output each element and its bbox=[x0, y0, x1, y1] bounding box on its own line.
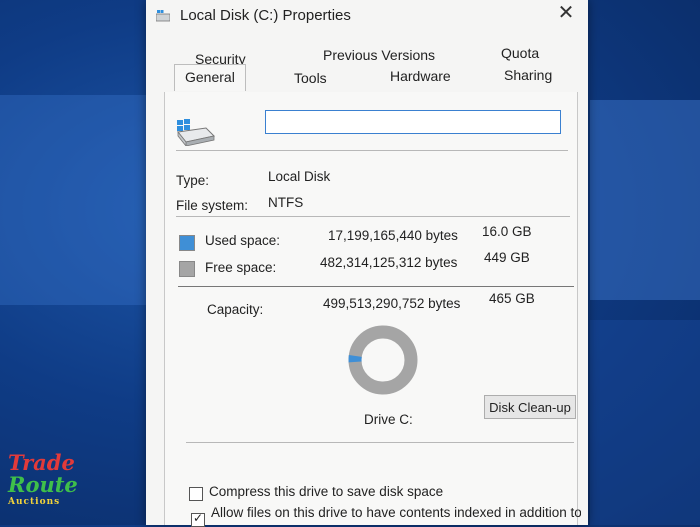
separator bbox=[178, 286, 574, 287]
compress-checkbox[interactable] bbox=[189, 487, 203, 501]
free-space-swatch bbox=[179, 261, 195, 277]
tab-quota[interactable]: Quota bbox=[501, 45, 539, 61]
drive-label: Drive C: bbox=[364, 412, 413, 427]
tab-hardware[interactable]: Hardware bbox=[390, 68, 451, 84]
properties-dialog: Local Disk (C:) Properties ✕ Security Pr… bbox=[146, 0, 588, 527]
drive-icon bbox=[156, 10, 170, 22]
window-title: Local Disk (C:) Properties bbox=[180, 7, 351, 24]
watermark-line3: Auctions bbox=[8, 497, 61, 507]
watermark-line2: Route bbox=[8, 472, 78, 497]
watermark-line1: Trade bbox=[8, 450, 75, 475]
tab-general[interactable]: General bbox=[174, 64, 246, 91]
free-space-size: 449 GB bbox=[484, 250, 530, 265]
watermark-logo: Trade Route Auctions bbox=[8, 452, 78, 514]
type-label: Type: bbox=[176, 173, 210, 188]
desktop-background-band bbox=[590, 100, 700, 300]
disk-usage-donut bbox=[348, 325, 418, 395]
disk-cleanup-button[interactable]: Disk Clean-up bbox=[484, 395, 576, 419]
used-space-label: Used space: bbox=[205, 233, 281, 248]
used-space-size: 16.0 GB bbox=[482, 224, 532, 239]
tab-sharing[interactable]: Sharing bbox=[504, 67, 552, 83]
type-value: Local Disk bbox=[268, 169, 331, 184]
used-space-swatch bbox=[179, 235, 195, 251]
file-system-value: NTFS bbox=[268, 195, 304, 210]
drive-name-input[interactable] bbox=[265, 110, 561, 134]
title-bar: Local Disk (C:) Properties ✕ bbox=[146, 0, 588, 36]
compress-label: Compress this drive to save disk space bbox=[209, 484, 444, 499]
used-space-bytes: 17,199,165,440 bytes bbox=[328, 228, 458, 243]
capacity-label: Capacity: bbox=[207, 302, 264, 317]
separator bbox=[176, 150, 568, 151]
hard-drive-icon bbox=[177, 119, 216, 146]
capacity-size: 465 GB bbox=[489, 291, 535, 306]
free-space-label: Free space: bbox=[205, 260, 277, 275]
tab-previous-versions[interactable]: Previous Versions bbox=[323, 47, 435, 63]
tab-tools[interactable]: Tools bbox=[294, 70, 327, 86]
desktop-background-band bbox=[590, 320, 700, 525]
file-system-label: File system: bbox=[176, 198, 249, 213]
free-space-bytes: 482,314,125,312 bytes bbox=[320, 255, 458, 270]
close-button[interactable]: ✕ bbox=[548, 0, 584, 26]
desktop-background bbox=[0, 95, 150, 305]
separator bbox=[176, 216, 570, 217]
capacity-bytes: 499,513,290,752 bytes bbox=[323, 296, 461, 311]
free-space-ring bbox=[348, 325, 418, 395]
separator bbox=[186, 442, 574, 443]
index-label: Allow files on this drive to have conten… bbox=[211, 505, 581, 520]
close-icon: ✕ bbox=[557, 2, 575, 24]
